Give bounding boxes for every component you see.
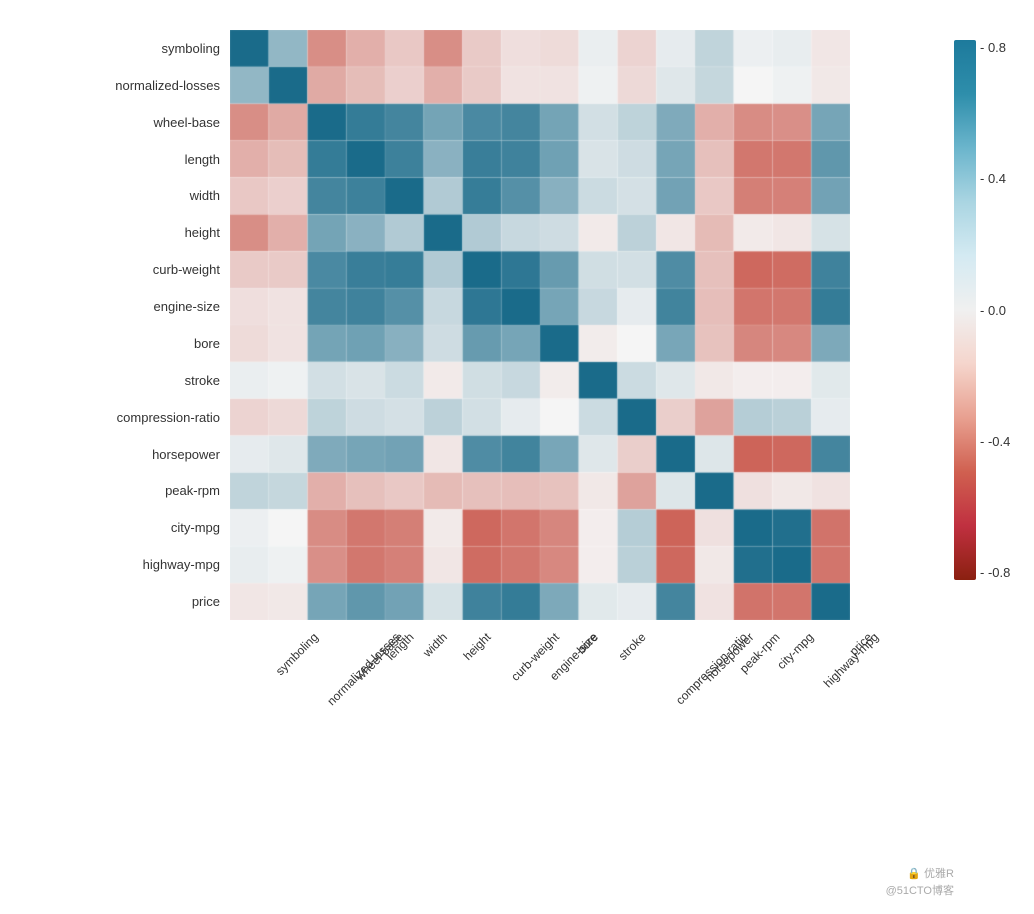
y-label-highway-mpg: highway-mpg <box>0 546 228 583</box>
x-label-width: width <box>421 630 451 660</box>
legend-label-00: - 0.0 <box>980 303 1010 318</box>
y-label-bore: bore <box>0 325 228 362</box>
legend-label-08: - 0.8 <box>980 40 1010 55</box>
watermark: 🔒 优雅R@51CTO博客 <box>886 866 954 899</box>
y-label-symboling: symboling <box>0 30 228 67</box>
x-axis-labels: symbolingnormalized-losseswheel-baseleng… <box>230 622 850 822</box>
y-label-city-mpg: city-mpg <box>0 509 228 546</box>
y-axis-labels: symbolingnormalized-losseswheel-baseleng… <box>0 30 228 620</box>
x-label-stroke: stroke <box>616 630 649 663</box>
legend-label-04: - 0.4 <box>980 171 1010 186</box>
x-label-city-mpg: city-mpg <box>774 630 816 672</box>
y-label-width: width <box>0 178 228 215</box>
y-label-peak-rpm: peak-rpm <box>0 473 228 510</box>
y-label-normalized-losses: normalized-losses <box>0 67 228 104</box>
y-label-compression-ratio: compression-ratio <box>0 399 228 436</box>
y-label-horsepower: horsepower <box>0 436 228 473</box>
colorbar-legend: - 0.8 - 0.4 - 0.0 - -0.4 - -0.8 <box>954 30 1014 620</box>
y-label-length: length <box>0 141 228 178</box>
y-label-engine-size: engine-size <box>0 288 228 325</box>
y-label-wheel-base: wheel-base <box>0 104 228 141</box>
x-label-symboling: symboling <box>273 630 321 678</box>
legend-label-n04: - -0.4 <box>980 434 1010 449</box>
chart-container: symbolingnormalized-losseswheel-baseleng… <box>0 0 1034 914</box>
y-label-stroke: stroke <box>0 362 228 399</box>
x-label-height: height <box>461 630 494 663</box>
y-label-curb-weight: curb-weight <box>0 251 228 288</box>
y-label-price: price <box>0 583 228 620</box>
heatmap-area <box>230 30 850 620</box>
legend-label-n08: - -0.8 <box>980 565 1010 580</box>
y-label-height: height <box>0 214 228 251</box>
